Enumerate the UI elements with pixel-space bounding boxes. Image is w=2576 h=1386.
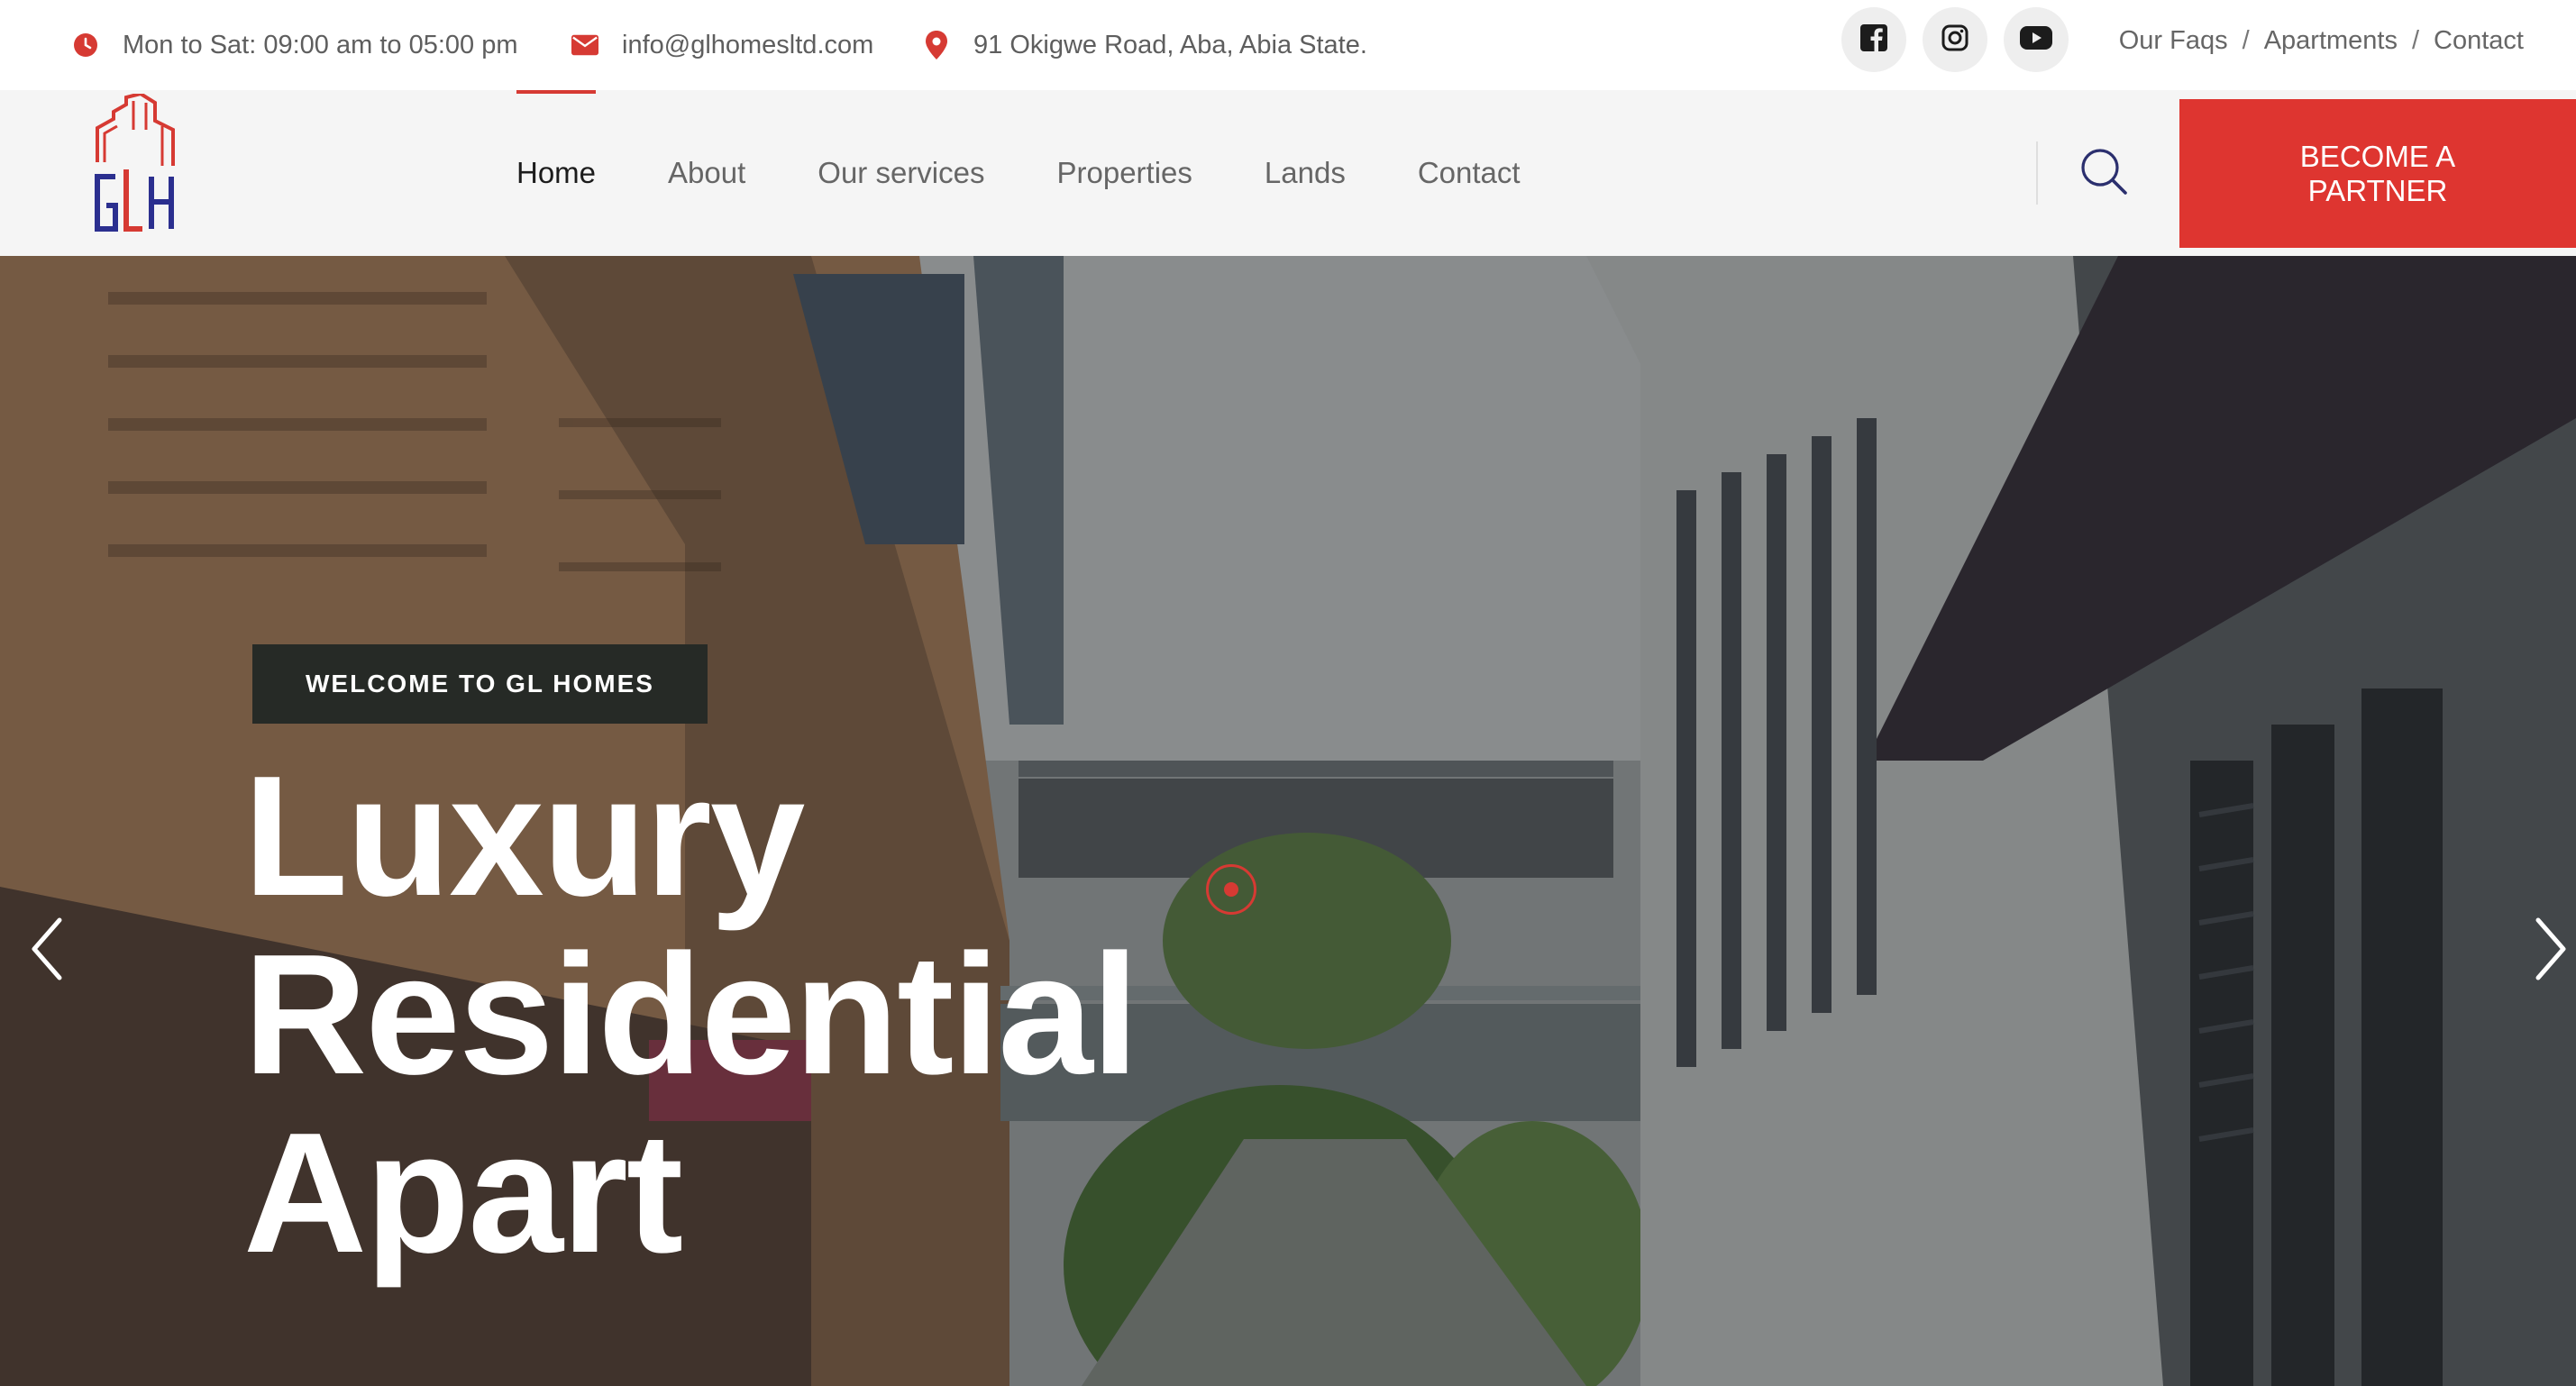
contact-address: 91 Okigwe Road, Aba, Abia State.	[923, 0, 1367, 90]
nav-about[interactable]: About	[668, 90, 745, 256]
apartments-link[interactable]: Apartments	[2264, 26, 2398, 56]
instagram-icon	[1941, 24, 1969, 56]
nav-divider	[2036, 141, 2038, 205]
nav-our-services[interactable]: Our services	[818, 90, 984, 256]
utility-links: Our Faqs / Apartments / Contact	[2119, 0, 2524, 81]
facebook-link[interactable]	[1841, 7, 1906, 72]
map-pin-icon	[923, 31, 950, 59]
nav-home[interactable]: Home	[516, 90, 597, 256]
partner-button-line2: PARTNER	[2307, 173, 2448, 207]
contact-top-link[interactable]: Contact	[2434, 26, 2524, 56]
chevron-right-icon	[2533, 916, 2569, 986]
youtube-link[interactable]	[2004, 7, 2069, 72]
business-hours: Mon to Sat: 09:00 am to 05:00 pm	[72, 0, 517, 90]
main-header: Home About Our services Properties Lands…	[0, 90, 2576, 256]
welcome-badge: WELCOME TO GL HOMES	[252, 644, 708, 724]
logo-mark	[95, 91, 175, 232]
nav-properties[interactable]: Properties	[1057, 90, 1192, 256]
instagram-link[interactable]	[1923, 7, 1987, 72]
link-separator: /	[2411, 25, 2420, 55]
nav-lands[interactable]: Lands	[1265, 90, 1346, 256]
site-logo[interactable]	[90, 91, 180, 252]
link-separator: /	[2242, 25, 2250, 55]
top-info-bar: Mon to Sat: 09:00 am to 05:00 pm info@gl…	[0, 0, 2576, 90]
hero-title: Luxury Residential Apart	[243, 747, 1505, 1282]
business-hours-text: Mon to Sat: 09:00 am to 05:00 pm	[123, 30, 518, 59]
contact-address-text: 91 Okigwe Road, Aba, Abia State.	[973, 30, 1367, 59]
search-icon	[2078, 146, 2129, 201]
slider-prev-button[interactable]	[20, 910, 74, 991]
hero-title-line-2: Residential	[243, 919, 1139, 1110]
primary-nav: Home About Our services Properties Lands…	[516, 90, 1593, 256]
facebook-icon	[1860, 23, 1887, 56]
faqs-link[interactable]: Our Faqs	[2119, 26, 2228, 56]
youtube-icon	[2020, 25, 2052, 54]
clock-icon	[72, 32, 99, 59]
become-partner-button[interactable]: BECOME A PARTNER	[2179, 99, 2576, 248]
slider-next-button[interactable]	[2524, 910, 2576, 991]
chevron-left-icon	[29, 916, 65, 986]
hero-slider: WELCOME TO GL HOMES Luxury Residential A…	[0, 256, 2576, 1386]
contact-email[interactable]: info@glhomesltd.com	[571, 0, 873, 90]
hero-title-line-1: Luxury	[243, 741, 805, 932]
envelope-icon	[571, 32, 598, 59]
contact-email-text: info@glhomesltd.com	[622, 30, 874, 59]
partner-button-line1: BECOME A	[2299, 139, 2456, 173]
nav-contact[interactable]: Contact	[1418, 90, 1521, 256]
hero-title-line-3: Apart	[243, 1098, 683, 1289]
search-button[interactable]	[2075, 144, 2133, 202]
